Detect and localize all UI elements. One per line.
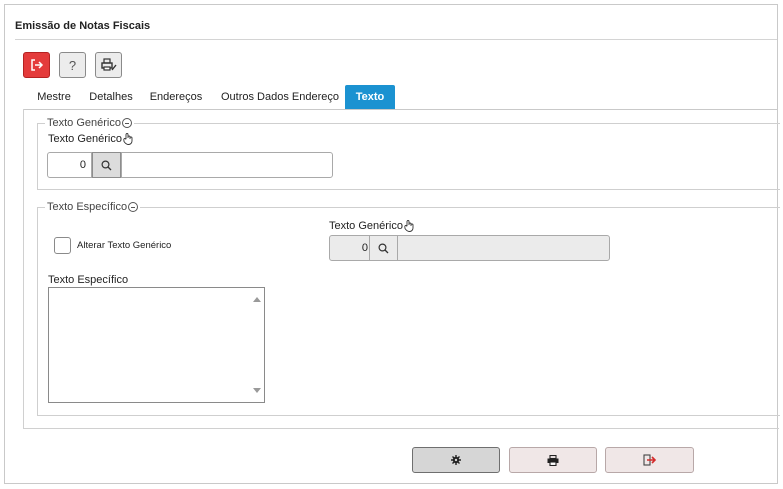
tab-detalhes[interactable]: Detalhes (85, 85, 137, 109)
printer-icon (547, 454, 559, 466)
exit-icon (30, 59, 43, 71)
legend-label: Texto Específico (47, 201, 128, 213)
exit-action-button[interactable] (605, 447, 694, 473)
print-button[interactable] (509, 447, 597, 473)
help-button[interactable]: ? (59, 52, 86, 78)
scroll-up-arrow-icon[interactable] (253, 297, 261, 302)
texto-generico-code-readonly: 0 (329, 235, 374, 261)
tab-panel-texto: Texto Genérico Texto Genérico 0 Texto Es… (23, 109, 780, 429)
exit-button[interactable] (23, 52, 50, 78)
question-icon: ? (68, 57, 77, 73)
alterar-texto-generico-label: Alterar Texto Genérico (77, 240, 172, 251)
hand-pointer-icon (404, 220, 414, 232)
texto-generico-code-input[interactable]: 0 (47, 152, 92, 178)
window-title: Emissão de Notas Fiscais (15, 20, 151, 32)
field-label-text: Texto Genérico (48, 133, 122, 145)
tab-enderecos[interactable]: Endereços (147, 85, 205, 109)
search-icon (378, 242, 389, 253)
texto-especifico-textarea[interactable] (48, 287, 265, 403)
field-label-texto-generico: Texto Genérico (48, 133, 133, 145)
collapse-icon[interactable] (121, 118, 132, 128)
gear-icon (451, 455, 461, 465)
tab-mestre[interactable]: Mestre (29, 85, 79, 109)
texto-generico-description-readonly (397, 235, 610, 261)
search-icon (101, 159, 112, 170)
print-edit-button[interactable] (95, 52, 122, 78)
field-label-texto-especifico: Texto Específico (48, 274, 129, 286)
scroll-down-arrow-icon[interactable] (253, 388, 261, 393)
texto-generico-description-input[interactable] (121, 152, 333, 178)
fieldset-legend-texto-generico: Texto Genérico (45, 117, 134, 129)
legend-label: Texto Genérico (47, 117, 121, 129)
printer-edit-icon (100, 58, 117, 71)
tab-outros-dados-endereco[interactable]: Outros Dados Endereço (217, 85, 343, 109)
collapse-icon[interactable] (128, 202, 139, 212)
field-label-texto-generico-2: Texto Genérico (329, 220, 414, 232)
texto-generico-search-button-disabled (369, 235, 398, 261)
exit-arrow-icon (642, 454, 656, 466)
tab-texto[interactable]: Texto (345, 85, 395, 109)
window-frame: Emissão de Notas Fiscais ? Mestre Detalh… (4, 4, 780, 484)
title-divider (15, 39, 777, 40)
fieldset-legend-texto-especifico: Texto Específico (45, 201, 141, 213)
field-label-text: Texto Genérico (329, 220, 403, 232)
hand-pointer-icon (123, 133, 133, 145)
config-button[interactable] (412, 447, 500, 473)
alterar-texto-generico-checkbox[interactable] (54, 237, 71, 254)
texto-generico-search-button[interactable] (92, 152, 121, 178)
